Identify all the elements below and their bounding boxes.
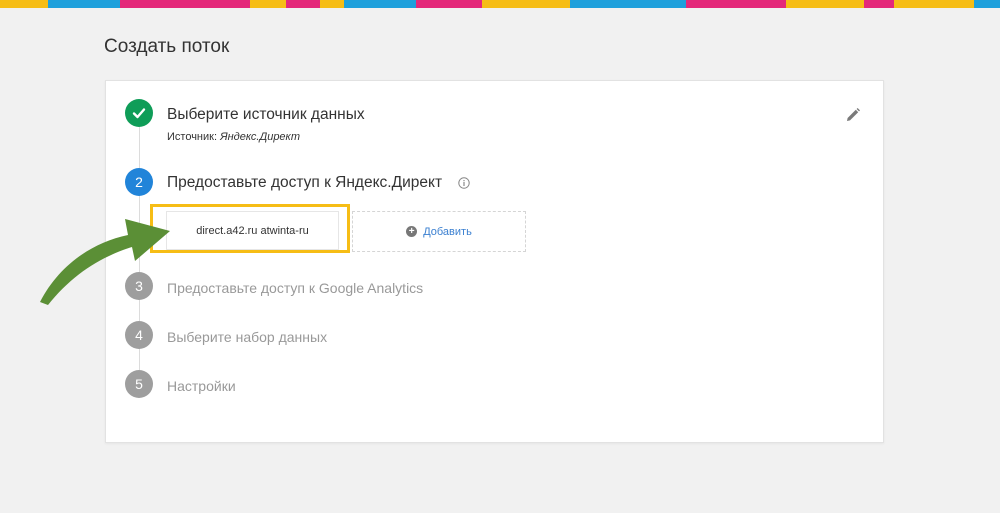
step-5-title: Настройки	[167, 378, 236, 394]
step-4-indicator: 4	[125, 321, 153, 349]
step-2-title[interactable]: Предоставьте доступ к Яндекс.Директ	[167, 174, 442, 192]
step-connector-line	[139, 127, 140, 168]
add-account-button[interactable]: + Добавить	[352, 211, 526, 252]
page-title: Создать поток	[104, 36, 230, 57]
step-2-indicator: 2	[125, 168, 153, 196]
step-1-subtitle: Источник: Яндекс.Директ	[167, 131, 300, 143]
step-connector-line	[139, 348, 140, 370]
step-4-title: Выберите набор данных	[167, 329, 328, 345]
source-value: Яндекс.Директ	[220, 131, 301, 143]
check-icon	[132, 108, 146, 119]
decorative-top-stripe	[0, 0, 1000, 8]
add-account-label: Добавить	[423, 225, 472, 238]
account-card[interactable]: direct.a42.ru atwinta-ru	[166, 211, 339, 250]
step-3-title: Предоставьте доступ к Google Analytics	[167, 280, 424, 296]
info-icon[interactable]	[458, 177, 470, 189]
step-1-title[interactable]: Выберите источник данных	[167, 106, 365, 124]
step-1-indicator	[125, 99, 153, 127]
plus-circle-icon: +	[406, 226, 418, 237]
source-label: Источник:	[167, 131, 218, 143]
pencil-icon[interactable]	[845, 107, 861, 123]
pointer-arrow-icon	[40, 219, 170, 305]
step-5-indicator: 5	[125, 370, 153, 398]
